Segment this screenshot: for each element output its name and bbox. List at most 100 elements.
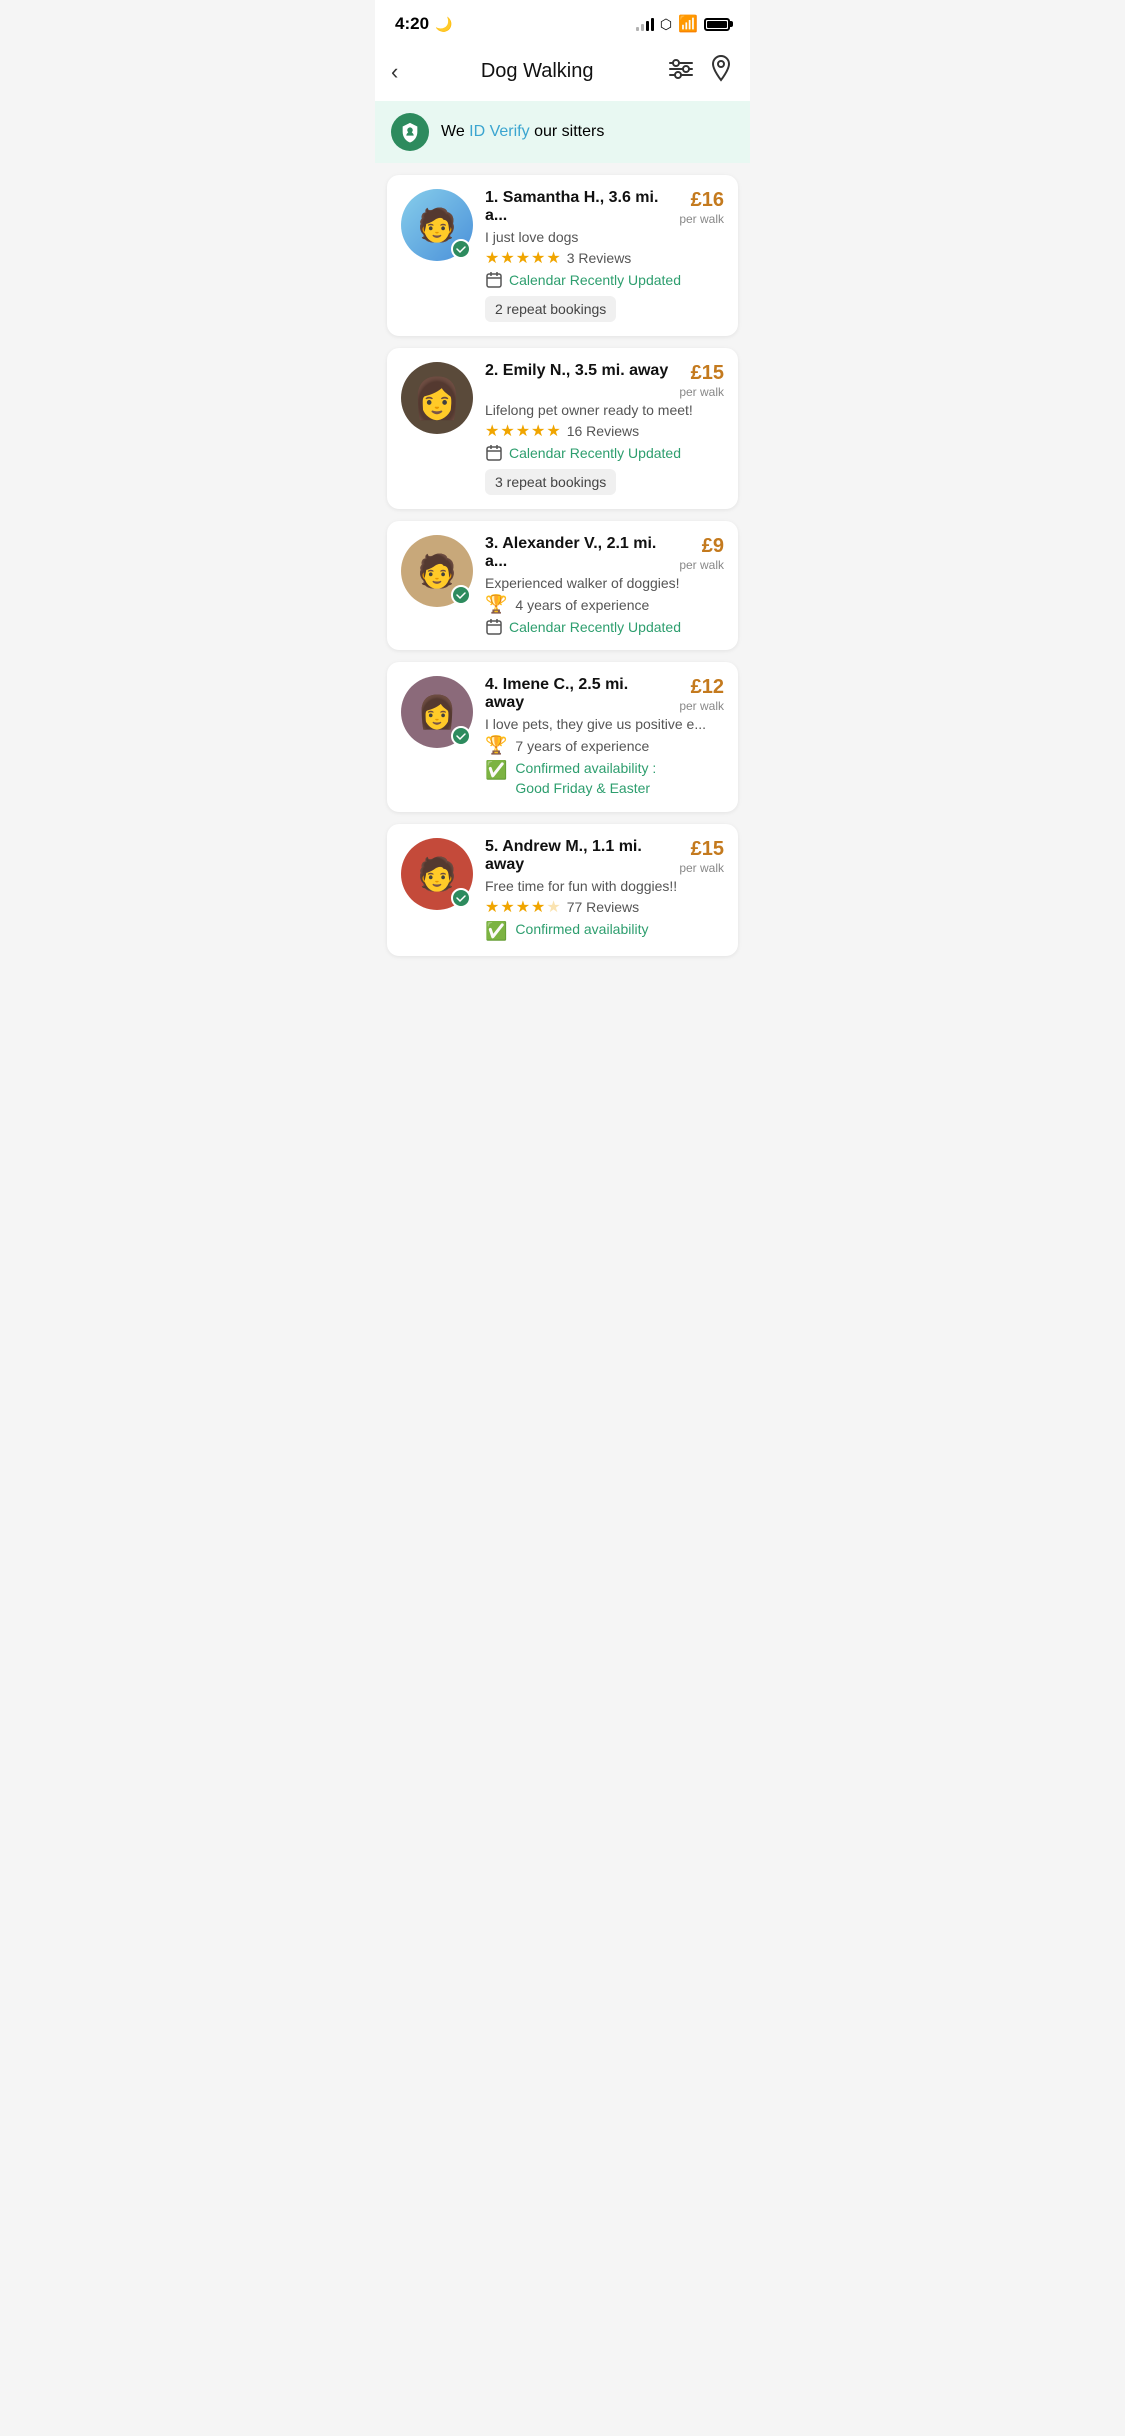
star-2: ★ <box>500 897 514 917</box>
sitter-card[interactable]: 🧑 1. Samantha H., 3.6 mi. a... £16 per w… <box>387 175 738 336</box>
sitter-name: 1. Samantha H., 3.6 mi. a... <box>485 189 679 225</box>
star-1: ★ <box>485 421 499 441</box>
sitter-tagline: Free time for fun with doggies!! <box>485 878 724 894</box>
back-button[interactable]: ‹ <box>391 55 406 89</box>
check-circle-icon: ✅ <box>485 760 507 781</box>
avatar-wrapper: 👩 <box>401 676 473 748</box>
sitter-name: 4. Imene C., 2.5 mi. away <box>485 676 679 712</box>
per-walk: per walk <box>679 699 724 713</box>
repeat-badge: 2 repeat bookings <box>485 296 616 322</box>
availability-text: Confirmed availability <box>515 920 648 940</box>
sitter-tagline: I just love dogs <box>485 229 724 245</box>
moon-icon: 🌙 <box>435 16 452 33</box>
sitter-card[interactable]: 👩 4. Imene C., 2.5 mi. away £12 per walk… <box>387 662 738 812</box>
status-bar: 4:20 🌙 ⬡ 📶 <box>375 0 750 42</box>
sitter-list: 🧑 1. Samantha H., 3.6 mi. a... £16 per w… <box>375 163 750 968</box>
sitter-price: £15 <box>691 362 724 384</box>
filter-icon[interactable] <box>668 58 694 86</box>
availability-row: ✅ Confirmed availability : Good Friday &… <box>485 759 724 798</box>
check-circle-icon: ✅ <box>485 921 507 942</box>
calendar-updated-text: Calendar Recently Updated <box>509 445 681 461</box>
stars-row: ★ ★ ★ ★ ★ 3 Reviews <box>485 248 724 268</box>
avatar-wrapper: 👩 <box>401 362 473 434</box>
star-2: ★ <box>500 248 514 268</box>
header-actions <box>668 54 734 89</box>
sitter-price: £15 <box>691 838 724 860</box>
header: ‹ Dog Walking <box>375 42 750 101</box>
experience-text: 7 years of experience <box>515 738 649 754</box>
star-4: ★ <box>531 248 545 268</box>
calendar-row: Calendar Recently Updated <box>485 618 724 636</box>
location-icon[interactable] <box>708 54 734 89</box>
star-3: ★ <box>516 248 530 268</box>
calendar-row: Calendar Recently Updated <box>485 444 724 462</box>
page-title: Dog Walking <box>481 60 594 83</box>
stars-row: ★ ★ ★ ★ ★ 77 Reviews <box>485 897 724 917</box>
sitter-price: £9 <box>702 535 724 557</box>
sitter-name: 3. Alexander V., 2.1 mi. a... <box>485 535 679 571</box>
sitter-info: 3. Alexander V., 2.1 mi. a... £9 per wal… <box>485 535 724 636</box>
signal-icon <box>636 17 654 31</box>
wifi-icon: ⬡ <box>660 16 672 33</box>
per-walk: per walk <box>679 558 724 572</box>
sitter-card[interactable]: 🧑 3. Alexander V., 2.1 mi. a... £9 per w… <box>387 521 738 650</box>
star-rating: ★ ★ ★ ★ ★ <box>485 248 561 268</box>
trophy-icon: 🏆 <box>485 735 507 756</box>
sitter-price-block: £12 per walk <box>679 676 724 713</box>
id-verify-text: We ID Verify our sitters <box>441 123 604 141</box>
sitter-name: 5. Andrew M., 1.1 mi. away <box>485 838 679 874</box>
sitter-price: £16 <box>691 189 724 211</box>
status-icons: ⬡ 📶 <box>636 14 730 34</box>
verified-badge <box>451 726 471 746</box>
repeat-badge: 3 repeat bookings <box>485 469 616 495</box>
sitter-price-block: £15 per walk <box>679 838 724 875</box>
per-walk: per walk <box>679 861 724 875</box>
sitter-card[interactable]: 🧑 5. Andrew M., 1.1 mi. away £15 per wal… <box>387 824 738 956</box>
sitter-price: £12 <box>691 676 724 698</box>
sitter-info: 2. Emily N., 3.5 mi. away £15 per walk L… <box>485 362 724 495</box>
sitter-tagline: I love pets, they give us positive e... <box>485 716 724 732</box>
star-1: ★ <box>485 248 499 268</box>
star-2: ★ <box>500 421 514 441</box>
sitter-card[interactable]: 👩 2. Emily N., 3.5 mi. away £15 per walk… <box>387 348 738 509</box>
experience-row: 🏆 7 years of experience <box>485 735 724 756</box>
star-rating: ★ ★ ★ ★ ★ <box>485 421 561 441</box>
calendar-updated-text: Calendar Recently Updated <box>509 619 681 635</box>
avatar-wrapper: 🧑 <box>401 189 473 261</box>
review-count: 16 Reviews <box>567 423 639 439</box>
sitter-price-block: £9 per walk <box>679 535 724 572</box>
verified-badge <box>451 585 471 605</box>
calendar-updated-text: Calendar Recently Updated <box>509 272 681 288</box>
sitter-info: 1. Samantha H., 3.6 mi. a... £16 per wal… <box>485 189 724 322</box>
per-walk: per walk <box>679 212 724 226</box>
verified-badge <box>451 239 471 259</box>
review-count: 3 Reviews <box>567 250 632 266</box>
sitter-tagline: Experienced walker of doggies! <box>485 575 724 591</box>
id-verify-link[interactable]: ID Verify <box>469 123 529 140</box>
star-1: ★ <box>485 897 499 917</box>
availability-row: ✅ Confirmed availability <box>485 920 724 942</box>
avatar-wrapper: 🧑 <box>401 838 473 910</box>
sitter-price-block: £15 per walk <box>679 362 724 399</box>
star-5: ★ <box>546 248 560 268</box>
battery-icon <box>704 18 730 31</box>
star-5: ★ <box>546 421 560 441</box>
sitter-info: 5. Andrew M., 1.1 mi. away £15 per walk … <box>485 838 724 942</box>
sitter-price-block: £16 per walk <box>679 189 724 226</box>
experience-text: 4 years of experience <box>515 597 649 613</box>
star-rating: ★ ★ ★ ★ ★ <box>485 897 561 917</box>
avatar-wrapper: 🧑 <box>401 535 473 607</box>
status-time: 4:20 <box>395 14 429 34</box>
verified-badge <box>451 888 471 908</box>
wifi-icon: 📶 <box>678 14 698 34</box>
availability-text: Confirmed availability : Good Friday & E… <box>515 759 656 798</box>
star-3: ★ <box>516 897 530 917</box>
trophy-icon: 🏆 <box>485 594 507 615</box>
review-count: 77 Reviews <box>567 899 639 915</box>
star-4: ★ <box>531 421 545 441</box>
star-3: ★ <box>516 421 530 441</box>
shield-icon <box>391 113 429 151</box>
star-5: ★ <box>546 897 560 917</box>
calendar-row: Calendar Recently Updated <box>485 271 724 289</box>
sitter-name: 2. Emily N., 3.5 mi. away <box>485 362 679 380</box>
